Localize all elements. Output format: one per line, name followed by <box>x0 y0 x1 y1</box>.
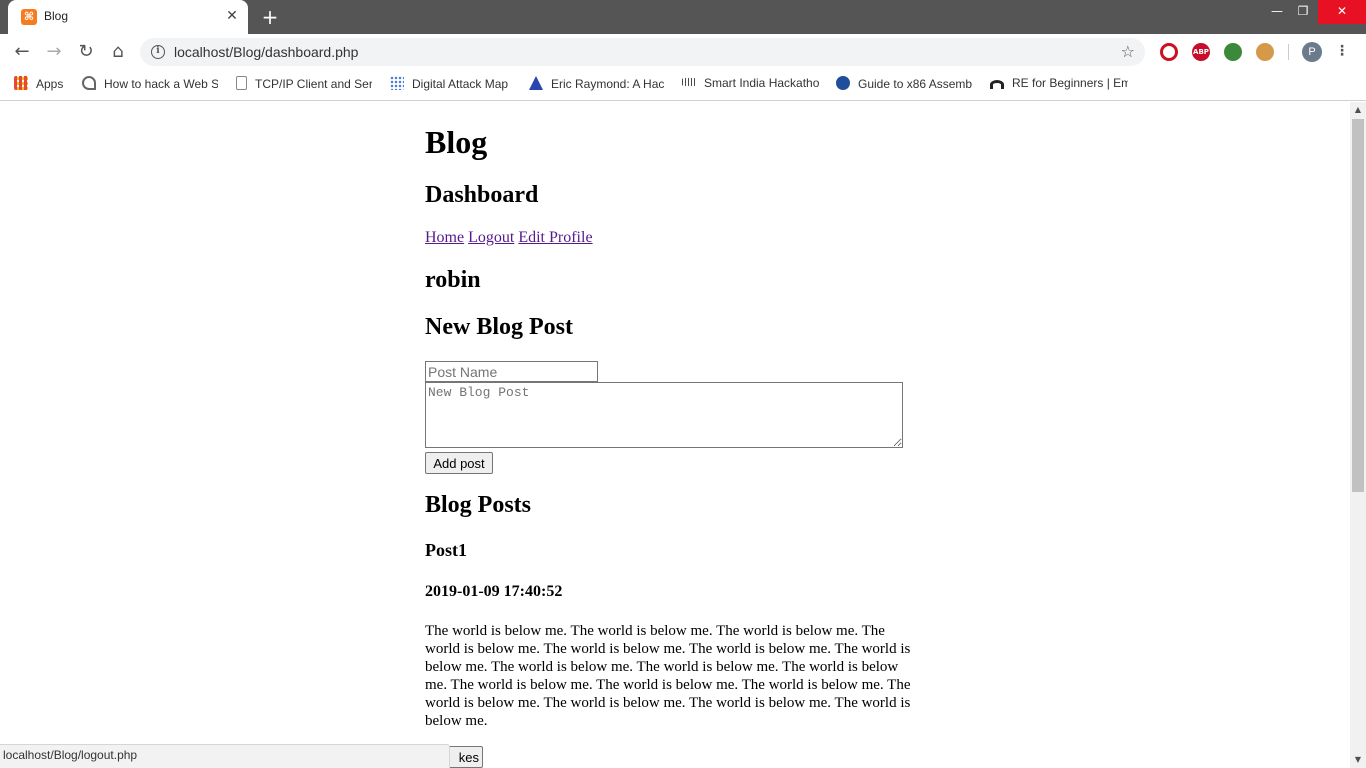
document-icon <box>236 76 247 90</box>
browser-titlebar: ⌘ Blog ✕ + — ❐ ✕ <box>0 0 1366 34</box>
tab-title: Blog <box>44 9 69 23</box>
bookmark-eric-raymond[interactable]: Eric Raymond: A Hacl <box>529 76 665 94</box>
cisco-icon <box>682 78 696 86</box>
cookie-extension-icon[interactable] <box>1256 43 1274 61</box>
scroll-thumb[interactable] <box>1352 119 1364 492</box>
add-post-button[interactable]: Add post <box>425 452 493 474</box>
re-logo-icon <box>990 80 1004 89</box>
close-window-button[interactable]: ✕ <box>1318 0 1366 24</box>
dashboard-heading: Dashboard <box>425 182 539 208</box>
post-title: Post1 <box>425 540 467 560</box>
site-title: Blog <box>425 124 488 160</box>
xampp-favicon-icon: ⌘ <box>21 9 37 25</box>
page-scrollbar[interactable]: ▲ ▼ <box>1350 102 1366 768</box>
new-tab-button[interactable]: + <box>258 5 282 29</box>
opera-extension-icon[interactable] <box>1160 43 1178 61</box>
home-link[interactable]: Home <box>425 229 464 246</box>
hack-site-icon <box>82 76 96 90</box>
bookmark-x86-guide[interactable]: Guide to x86 Assemb <box>836 76 974 94</box>
post-body-text: The world is below me. The world is belo… <box>425 623 911 729</box>
bookmark-tcp-ip[interactable]: TCP/IP Client and Ser <box>236 76 372 94</box>
browser-tab[interactable]: ⌘ Blog ✕ <box>8 0 248 34</box>
site-info-icon[interactable]: i <box>151 45 165 59</box>
bookmark-smart-india[interactable]: Smart India Hackatho <box>682 76 820 94</box>
scroll-up-arrow-icon[interactable]: ▲ <box>1350 102 1366 118</box>
adblock-plus-icon[interactable]: ABP <box>1192 43 1210 61</box>
profile-avatar[interactable]: P <box>1302 42 1322 62</box>
bookmark-digital-attack-map[interactable]: Digital Attack Map <box>390 76 516 94</box>
dot-grid-icon <box>390 76 404 90</box>
dashboard-nav: Home Logout Edit Profile <box>425 229 593 247</box>
bookmark-apps[interactable]: Apps <box>14 76 63 94</box>
post-timestamp: 2019-01-09 17:40:52 <box>425 583 563 600</box>
url-text[interactable]: localhost/Blog/dashboard.php <box>174 44 358 60</box>
triangle-logo-icon <box>529 76 543 90</box>
university-icon <box>836 76 850 90</box>
new-post-heading: New Blog Post <box>425 314 573 340</box>
post-name-input[interactable] <box>425 361 598 382</box>
bookmark-star-icon[interactable]: ☆ <box>1121 42 1135 61</box>
bookmark-hack-web[interactable]: How to hack a Web S <box>82 76 218 94</box>
blog-posts-heading: Blog Posts <box>425 492 532 518</box>
link-status-bubble: localhost/Blog/logout.php <box>0 744 450 768</box>
scroll-down-arrow-icon[interactable]: ▼ <box>1350 752 1366 768</box>
page-viewport: Blog Dashboard Home Logout Edit Profile … <box>0 102 1350 768</box>
tab-close-icon[interactable]: ✕ <box>224 8 240 24</box>
bookmark-re-beginners[interactable]: RE for Beginners | Em <box>990 76 1128 94</box>
back-arrow-icon[interactable]: ← <box>10 40 34 64</box>
address-bar[interactable]: i localhost/Blog/dashboard.php ☆ <box>140 38 1145 66</box>
apps-grid-icon <box>14 76 28 90</box>
forward-arrow-icon[interactable]: → <box>42 40 66 64</box>
globe-extension-icon[interactable] <box>1224 43 1242 61</box>
reload-icon[interactable]: ↻ <box>74 40 98 64</box>
edit-profile-link[interactable]: Edit Profile <box>518 229 592 246</box>
bookmarks-bar: Apps How to hack a Web S TCP/IP Client a… <box>0 70 1366 101</box>
toolbar-divider <box>1288 44 1289 60</box>
home-icon[interactable]: ⌂ <box>106 40 130 64</box>
browser-toolbar: ← → ↻ ⌂ i localhost/Blog/dashboard.php ☆… <box>0 34 1366 70</box>
logout-link[interactable]: Logout <box>468 229 514 246</box>
post-body-textarea[interactable] <box>425 382 903 448</box>
username-heading: robin <box>425 267 481 293</box>
kebab-menu-icon[interactable]: ⋮ <box>1334 40 1350 64</box>
